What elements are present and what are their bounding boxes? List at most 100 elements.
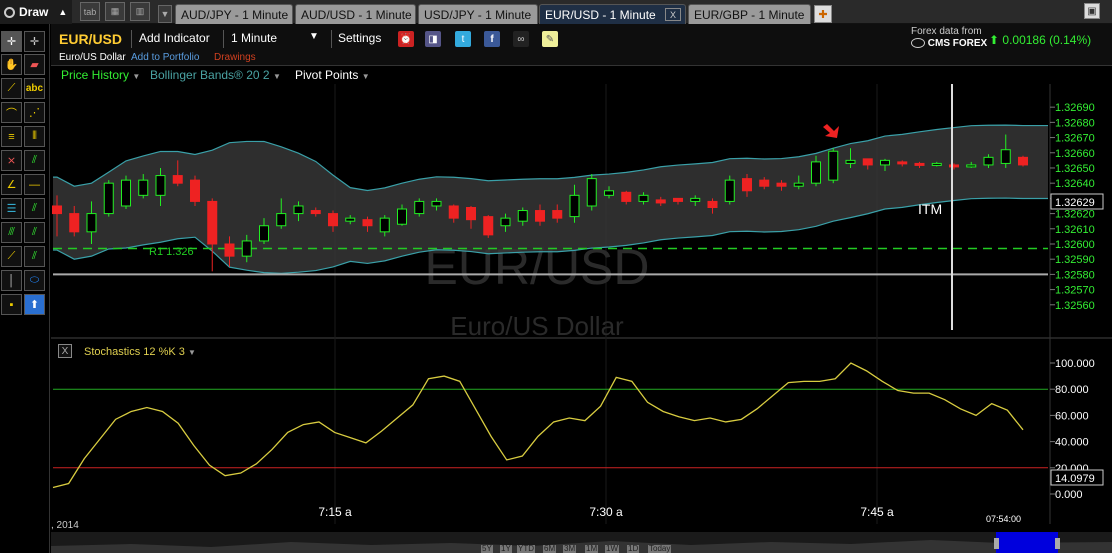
hline-icon[interactable]: —	[24, 174, 45, 195]
fibonacci-icon[interactable]: ☰	[1, 198, 22, 219]
tab-view-button[interactable]: tab	[80, 2, 100, 21]
cube-icon[interactable]: ◨	[425, 31, 441, 47]
split-view-icon[interactable]: ▥	[130, 2, 150, 21]
range-button[interactable]: Today	[648, 545, 672, 553]
range-button[interactable]: YTD	[517, 545, 535, 553]
zigzag-icon[interactable]: ⫽	[24, 246, 45, 267]
candle-body	[880, 159, 890, 166]
y-tick-label: 1.32560	[1055, 300, 1095, 312]
stoch-tick-label: 60.000	[1055, 410, 1089, 422]
y-tick-label: 1.32680	[1055, 117, 1095, 129]
navigator-window[interactable]	[996, 532, 1058, 553]
candle-body	[707, 200, 718, 209]
parallel-icon[interactable]: ⫽	[24, 198, 45, 219]
pivot-r1-label: R1 1.326	[149, 246, 194, 258]
stochastic-plot	[52, 362, 1048, 489]
pitchfork-icon[interactable]: ⫻	[1, 222, 22, 243]
x-tick-label: 7:45 a	[860, 505, 894, 519]
candle-body	[552, 210, 563, 219]
range-button[interactable]: 3M	[563, 545, 577, 553]
rectangle-icon[interactable]: ▪	[1, 294, 22, 315]
note-icon[interactable]: ✎	[542, 31, 558, 47]
grid-view-icon[interactable]: ▦	[105, 2, 125, 21]
price-history-indicator[interactable]: Price History ▼	[61, 68, 140, 82]
candle-body	[828, 150, 839, 181]
add-to-portfolio-link[interactable]: Add to Portfolio	[131, 52, 199, 63]
twitter-icon[interactable]: t	[455, 31, 471, 47]
hand-icon[interactable]: ✋	[1, 54, 22, 75]
stoch-tick-label: 80.000	[1055, 384, 1089, 396]
channel-icon[interactable]: ⫽	[24, 150, 45, 171]
provider-name: CMS FOREX	[927, 38, 988, 49]
symbol-label[interactable]: EUR/USD	[59, 31, 122, 47]
range-button[interactable]: 5Y	[481, 545, 493, 553]
crosshair-alt-icon[interactable]: ✛	[24, 31, 45, 52]
close-tab-icon[interactable]: X	[665, 8, 681, 21]
settings-button[interactable]: Settings	[338, 31, 381, 45]
text-icon[interactable]: abc	[24, 78, 45, 99]
candle-body	[224, 243, 235, 257]
bollinger-band	[53, 124, 1048, 274]
range-button[interactable]: 1D	[627, 545, 640, 553]
y-tick-label: 1.32600	[1055, 239, 1095, 251]
tab-label: USD/JPY - 1 Minute	[424, 7, 532, 22]
draw-menu-button[interactable]: Draw ▲	[0, 0, 72, 24]
maximize-icon[interactable]: ▣	[1084, 3, 1100, 19]
candle-body	[414, 200, 425, 215]
arc-icon[interactable]: ⌒	[1, 102, 22, 123]
stochastics-indicator[interactable]: Stochastics 12 %K 3 ▼	[84, 346, 196, 358]
candle-body	[121, 179, 131, 207]
cross-lines-icon[interactable]: ⨯	[1, 150, 22, 171]
arrow-up-icon[interactable]: ⬆	[24, 294, 45, 315]
price-chart-svg[interactable]: EUR/USD Euro/US Dollar 1.326901.326801.3…	[51, 84, 1112, 553]
candle-body	[207, 200, 218, 245]
candle-body	[172, 175, 183, 184]
tab-usdjpy[interactable]: USD/JPY - 1 Minute	[418, 4, 538, 24]
bollinger-indicator[interactable]: Bollinger Bands® 20 2 ▼	[150, 68, 281, 82]
divider	[331, 30, 332, 48]
range-button[interactable]: 1W	[605, 545, 619, 553]
chart-area[interactable]: EUR/USD Euro/US Dollar 1.32690 1.32680 1.3…	[51, 84, 1112, 553]
tab-audusd[interactable]: AUD/USD - 1 Minute	[295, 4, 416, 24]
close-indicator-icon[interactable]: X	[58, 344, 72, 358]
range-button[interactable]: 1Y	[500, 545, 512, 553]
facebook-icon[interactable]: f	[484, 31, 500, 47]
range-button[interactable]: 1M	[585, 545, 599, 553]
candle-body	[655, 199, 666, 204]
horizontal-lines-icon[interactable]: ≡	[1, 126, 22, 147]
alarm-clock-icon[interactable]: ⏰	[398, 31, 414, 47]
grid	[334, 84, 878, 524]
vline-icon[interactable]: │	[1, 270, 22, 291]
ray-icon[interactable]: ⟋	[1, 246, 22, 267]
vertical-lines-icon[interactable]: ⦀	[24, 126, 45, 147]
chevron-down-icon[interactable]: ▼	[309, 31, 319, 42]
trendline-icon[interactable]: ⟋	[1, 78, 22, 99]
navigator-handle-right[interactable]	[1055, 538, 1060, 549]
eraser-icon[interactable]: ▰	[24, 54, 45, 75]
indicator-label: Price History	[61, 68, 130, 82]
tab-list-dropdown-icon[interactable]: ▼	[158, 5, 172, 23]
navigator-svg	[51, 532, 1112, 553]
candle-body	[241, 240, 252, 257]
pivot-indicator[interactable]: Pivot Points ▼	[295, 68, 370, 82]
tab-eurgbp[interactable]: EUR/GBP - 1 Minute	[688, 4, 811, 24]
tab-eurusd[interactable]: EUR/USD - 1 Minute X	[539, 4, 686, 25]
ellipse-icon[interactable]: ⬭	[24, 270, 45, 291]
divider	[131, 30, 132, 48]
drawings-link[interactable]: Drawings	[214, 52, 256, 63]
new-tab-icon[interactable]: ✚	[814, 5, 832, 23]
range-button[interactable]: 6M	[543, 545, 557, 553]
navigator-strip[interactable]	[51, 532, 1112, 553]
binoculars-icon[interactable]: ∞	[513, 31, 529, 47]
candle-body	[949, 164, 959, 168]
grid-channel-icon[interactable]: ⫽	[24, 222, 45, 243]
candle-body	[328, 213, 338, 227]
candle-body	[724, 179, 735, 202]
navigator-handle-left[interactable]	[994, 538, 999, 549]
add-indicator-button[interactable]: Add Indicator	[139, 31, 210, 45]
angle-icon[interactable]: ∠	[1, 174, 22, 195]
candle-body	[845, 159, 856, 164]
crosshair-icon[interactable]: ✛	[1, 31, 22, 52]
fan-icon[interactable]: ⋰	[24, 102, 45, 123]
tab-audjpy[interactable]: AUD/JPY - 1 Minute	[175, 4, 293, 24]
